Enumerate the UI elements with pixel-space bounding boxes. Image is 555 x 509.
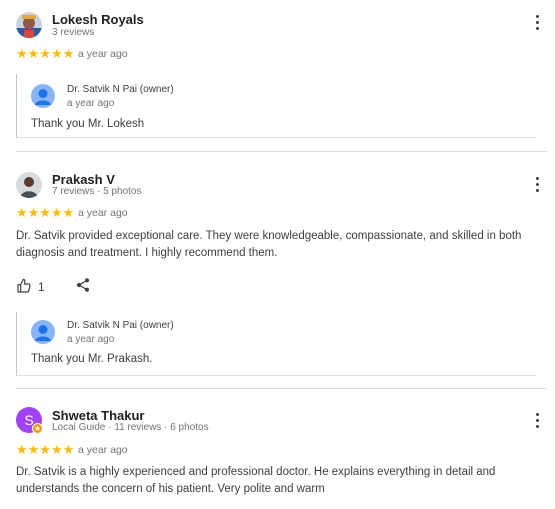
review-date: a year ago [78, 444, 128, 456]
like-button[interactable]: 1 [16, 278, 45, 297]
owner-avatar [31, 320, 55, 344]
reply-date: a year ago [67, 98, 115, 109]
avatar-initial: S [24, 412, 34, 428]
reviewer-name[interactable]: Lokesh Royals [52, 12, 144, 27]
review-card: Lokesh Royals 3 reviews ★★★★★ a year ago… [0, 0, 555, 150]
reply-text: Thank you Mr. Lokesh [31, 118, 145, 130]
review-text: Dr. Satvik provided exceptional care. Th… [16, 230, 522, 259]
reviewer-name[interactable]: Shweta Thakur [52, 408, 144, 423]
more-options-button[interactable] [531, 12, 543, 32]
reviewer-meta: 7 reviews · 5 photos [52, 186, 142, 197]
review-card: Prakash V 7 reviews · 5 photos ★★★★★ a y… [0, 152, 555, 388]
more-options-button[interactable] [531, 410, 543, 430]
reviewer-meta: Local Guide · 11 reviews · 6 photos [52, 422, 209, 433]
owner-name: Dr. Satvik N Pai (owner) [67, 84, 174, 95]
reviewer-meta: 3 reviews [52, 27, 95, 38]
star-rating: ★★★★★ [16, 46, 75, 61]
star-rating: ★★★★★ [16, 442, 75, 457]
reviewer-name[interactable]: Prakash V [52, 172, 115, 187]
review-date: a year ago [78, 48, 128, 60]
review-actions: 1 [16, 277, 91, 297]
review-date: a year ago [78, 207, 128, 219]
owner-name: Dr. Satvik N Pai (owner) [67, 320, 174, 331]
review-card: S Shweta Thakur Local Guide · 11 reviews… [0, 389, 555, 509]
star-rating: ★★★★★ [16, 205, 75, 220]
reply-text: Thank you Mr. Prakash. [31, 353, 153, 365]
owner-avatar [31, 84, 55, 108]
more-options-button[interactable] [531, 174, 543, 194]
owner-reply: Dr. Satvik N Pai (owner) a year ago Than… [16, 312, 536, 376]
review-text: Dr. Satvik is a highly experienced and p… [16, 466, 496, 495]
reviewer-avatar[interactable] [16, 172, 42, 198]
thumbs-up-icon [16, 278, 32, 297]
owner-reply: Dr. Satvik N Pai (owner) a year ago Than… [16, 74, 536, 138]
reviewer-avatar[interactable] [16, 12, 42, 38]
share-button[interactable] [75, 277, 91, 298]
share-icon [75, 277, 91, 298]
reply-date: a year ago [67, 334, 115, 345]
reviewer-avatar[interactable]: S [16, 407, 43, 434]
like-count: 1 [38, 280, 45, 294]
